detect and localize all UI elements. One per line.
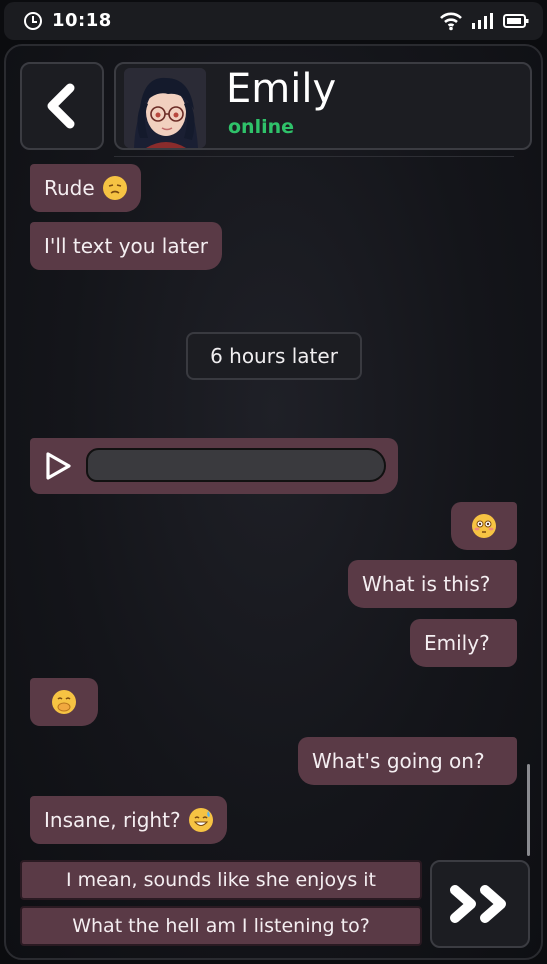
contact-header[interactable]: Emily online: [114, 62, 532, 150]
message-bubble: Emily?: [410, 619, 517, 667]
wifi-icon: [440, 12, 462, 31]
avatar: [124, 68, 206, 148]
double-chevron-right-icon: [450, 885, 506, 923]
flushed-emoji-icon: [472, 514, 496, 538]
battery-icon: [503, 14, 529, 28]
chevron-left-icon: [47, 83, 75, 129]
header-divider: [114, 156, 514, 157]
message-bubble: What is this?: [348, 560, 517, 608]
chat-screen: Emily online Rude I'll text you later 6 …: [4, 44, 543, 960]
contact-status: online: [228, 116, 295, 138]
reply-choice-2[interactable]: What the hell am I listening to?: [20, 906, 422, 946]
reply-choice-1[interactable]: I mean, sounds like she enjoys it: [20, 860, 422, 900]
time-separator: 6 hours later: [186, 332, 362, 380]
voice-progress-track[interactable]: [86, 448, 386, 482]
message-bubble: What's going on?: [298, 737, 517, 785]
chat-scrollbar[interactable]: [527, 764, 530, 856]
message-bubble: Insane, right?: [30, 796, 227, 844]
unamused-emoji-icon: [102, 176, 127, 200]
message-bubble: I'll text you later: [30, 222, 222, 270]
hand-over-mouth-emoji-icon: [52, 690, 76, 714]
alarm-icon: [22, 9, 44, 31]
message-bubble: [30, 678, 98, 726]
message-bubble: [451, 502, 517, 550]
contact-name: Emily: [226, 66, 337, 112]
message-bubble: Rude: [30, 164, 141, 212]
play-icon[interactable]: [42, 450, 74, 482]
skip-button[interactable]: [430, 860, 530, 948]
status-time: 10:18: [52, 9, 112, 31]
back-button[interactable]: [20, 62, 104, 150]
signal-icon: [472, 13, 493, 29]
voice-message: [30, 438, 398, 494]
status-bar: 10:18: [4, 2, 543, 40]
grinning-sweat-emoji-icon: [188, 808, 213, 832]
